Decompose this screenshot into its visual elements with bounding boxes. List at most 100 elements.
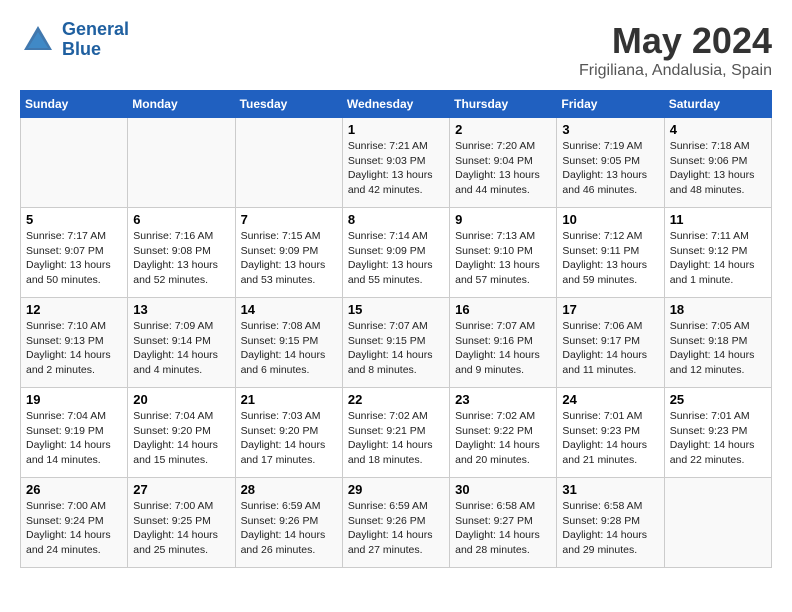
cell-info: Sunrise: 7:09 AM Sunset: 9:14 PM Dayligh… (133, 319, 229, 378)
calendar-cell: 21Sunrise: 7:03 AM Sunset: 9:20 PM Dayli… (235, 388, 342, 478)
day-number: 20 (133, 392, 229, 407)
calendar-cell: 3 Sunrise: 7:19 AM Sunset: 9:05 PM Daylig… (557, 118, 664, 208)
calendar-header-row: SundayMondayTuesdayWednesdayThursdayFrid… (21, 91, 772, 118)
cell-info: Sunrise: 7:00 AM Sunset: 9:25 PM Dayligh… (133, 499, 229, 558)
cell-info: Sunrise: 7:07 AM Sunset: 9:16 PM Dayligh… (455, 319, 551, 378)
day-number: 17 (562, 302, 658, 317)
calendar-cell: 31Sunrise: 6:58 AM Sunset: 9:28 PM Dayli… (557, 478, 664, 568)
weekday-header: Thursday (450, 91, 557, 118)
day-number: 11 (670, 212, 766, 227)
cell-info: Sunrise: 7:10 AM Sunset: 9:13 PM Dayligh… (26, 319, 122, 378)
calendar-cell: 10 Sunrise: 7:12 AM Sunset: 9:11 PM Dayli… (557, 208, 664, 298)
weekday-header: Friday (557, 91, 664, 118)
cell-info: Sunrise: 7:02 AM Sunset: 9:22 PM Dayligh… (455, 409, 551, 468)
calendar-cell (235, 118, 342, 208)
day-number: 24 (562, 392, 658, 407)
day-number: 26 (26, 482, 122, 497)
day-number: 13 (133, 302, 229, 317)
cell-info: Sunrise: 7:05 AM Sunset: 9:18 PM Dayligh… (670, 319, 766, 378)
cell-info: Sunrise: 7:21 AM Sunset: 9:03 PM Dayligh… (348, 139, 444, 198)
calendar-cell: 25 Sunrise: 7:01 AM Sunset: 9:23 PM Dayli… (664, 388, 771, 478)
day-number: 3 (562, 122, 658, 137)
cell-info: Sunrise: 7:12 AM Sunset: 9:11 PM Dayligh… (562, 229, 658, 288)
calendar-body: 1 Sunrise: 7:21 AM Sunset: 9:03 PM Daylig… (21, 118, 772, 568)
weekday-header: Tuesday (235, 91, 342, 118)
day-number: 27 (133, 482, 229, 497)
weekday-header: Sunday (21, 91, 128, 118)
cell-info: Sunrise: 6:58 AM Sunset: 9:28 PM Dayligh… (562, 499, 658, 558)
day-number: 7 (241, 212, 337, 227)
calendar-week-row: 19 Sunrise: 7:04 AM Sunset: 9:19 PM Dayli… (21, 388, 772, 478)
day-number: 1 (348, 122, 444, 137)
cell-info: Sunrise: 7:00 AM Sunset: 9:24 PM Dayligh… (26, 499, 122, 558)
cell-info: Sunrise: 6:59 AM Sunset: 9:26 PM Dayligh… (241, 499, 337, 558)
cell-info: Sunrise: 7:13 AM Sunset: 9:10 PM Dayligh… (455, 229, 551, 288)
calendar-week-row: 5Sunrise: 7:17 AM Sunset: 9:07 PM Daylig… (21, 208, 772, 298)
calendar-cell: 7 Sunrise: 7:15 AM Sunset: 9:09 PM Daylig… (235, 208, 342, 298)
day-number: 9 (455, 212, 551, 227)
day-number: 6 (133, 212, 229, 227)
calendar-cell: 2 Sunrise: 7:20 AM Sunset: 9:04 PM Daylig… (450, 118, 557, 208)
calendar-cell: 17 Sunrise: 7:06 AM Sunset: 9:17 PM Dayli… (557, 298, 664, 388)
day-number: 15 (348, 302, 444, 317)
calendar-cell: 18 Sunrise: 7:05 AM Sunset: 9:18 PM Dayli… (664, 298, 771, 388)
cell-info: Sunrise: 7:06 AM Sunset: 9:17 PM Dayligh… (562, 319, 658, 378)
calendar-cell: 26 Sunrise: 7:00 AM Sunset: 9:24 PM Dayli… (21, 478, 128, 568)
calendar-cell (664, 478, 771, 568)
calendar-cell: 5Sunrise: 7:17 AM Sunset: 9:07 PM Daylig… (21, 208, 128, 298)
day-number: 25 (670, 392, 766, 407)
calendar-cell: 28Sunrise: 6:59 AM Sunset: 9:26 PM Dayli… (235, 478, 342, 568)
logo-icon (20, 22, 56, 58)
calendar-cell: 1 Sunrise: 7:21 AM Sunset: 9:03 PM Daylig… (342, 118, 449, 208)
cell-info: Sunrise: 6:58 AM Sunset: 9:27 PM Dayligh… (455, 499, 551, 558)
day-number: 30 (455, 482, 551, 497)
cell-info: Sunrise: 7:04 AM Sunset: 9:19 PM Dayligh… (26, 409, 122, 468)
day-number: 2 (455, 122, 551, 137)
day-number: 18 (670, 302, 766, 317)
day-number: 23 (455, 392, 551, 407)
logo-line2: Blue (62, 40, 129, 60)
calendar-cell: 24 Sunrise: 7:01 AM Sunset: 9:23 PM Dayli… (557, 388, 664, 478)
weekday-header: Monday (128, 91, 235, 118)
cell-info: Sunrise: 7:16 AM Sunset: 9:08 PM Dayligh… (133, 229, 229, 288)
day-number: 22 (348, 392, 444, 407)
logo-text: General Blue (62, 20, 129, 60)
calendar-cell (128, 118, 235, 208)
calendar-cell: 30 Sunrise: 6:58 AM Sunset: 9:27 PM Dayli… (450, 478, 557, 568)
weekday-header: Saturday (664, 91, 771, 118)
calendar-cell: 27 Sunrise: 7:00 AM Sunset: 9:25 PM Dayli… (128, 478, 235, 568)
day-number: 19 (26, 392, 122, 407)
calendar-cell: 4 Sunrise: 7:18 AM Sunset: 9:06 PM Daylig… (664, 118, 771, 208)
calendar-cell (21, 118, 128, 208)
cell-info: Sunrise: 7:17 AM Sunset: 9:07 PM Dayligh… (26, 229, 122, 288)
calendar-cell: 29Sunrise: 6:59 AM Sunset: 9:26 PM Dayli… (342, 478, 449, 568)
cell-info: Sunrise: 7:11 AM Sunset: 9:12 PM Dayligh… (670, 229, 766, 288)
day-number: 10 (562, 212, 658, 227)
calendar-cell: 9 Sunrise: 7:13 AM Sunset: 9:10 PM Daylig… (450, 208, 557, 298)
day-number: 8 (348, 212, 444, 227)
page-header: General Blue May 2024 Frigiliana, Andalu… (20, 20, 772, 80)
calendar-cell: 14Sunrise: 7:08 AM Sunset: 9:15 PM Dayli… (235, 298, 342, 388)
calendar-cell: 12Sunrise: 7:10 AM Sunset: 9:13 PM Dayli… (21, 298, 128, 388)
cell-info: Sunrise: 7:07 AM Sunset: 9:15 PM Dayligh… (348, 319, 444, 378)
day-number: 4 (670, 122, 766, 137)
day-number: 16 (455, 302, 551, 317)
cell-info: Sunrise: 7:19 AM Sunset: 9:05 PM Dayligh… (562, 139, 658, 198)
weekday-header: Wednesday (342, 91, 449, 118)
cell-info: Sunrise: 7:20 AM Sunset: 9:04 PM Dayligh… (455, 139, 551, 198)
cell-info: Sunrise: 7:02 AM Sunset: 9:21 PM Dayligh… (348, 409, 444, 468)
calendar-week-row: 12Sunrise: 7:10 AM Sunset: 9:13 PM Dayli… (21, 298, 772, 388)
calendar-cell: 19 Sunrise: 7:04 AM Sunset: 9:19 PM Dayli… (21, 388, 128, 478)
cell-info: Sunrise: 7:15 AM Sunset: 9:09 PM Dayligh… (241, 229, 337, 288)
cell-info: Sunrise: 7:14 AM Sunset: 9:09 PM Dayligh… (348, 229, 444, 288)
cell-info: Sunrise: 7:01 AM Sunset: 9:23 PM Dayligh… (562, 409, 658, 468)
main-title: May 2024 (579, 20, 772, 62)
calendar-cell: 22 Sunrise: 7:02 AM Sunset: 9:21 PM Dayli… (342, 388, 449, 478)
title-block: May 2024 Frigiliana, Andalusia, Spain (579, 20, 772, 80)
calendar-cell: 11 Sunrise: 7:11 AM Sunset: 9:12 PM Dayli… (664, 208, 771, 298)
calendar-table: SundayMondayTuesdayWednesdayThursdayFrid… (20, 90, 772, 568)
cell-info: Sunrise: 7:18 AM Sunset: 9:06 PM Dayligh… (670, 139, 766, 198)
logo: General Blue (20, 20, 129, 60)
subtitle: Frigiliana, Andalusia, Spain (579, 62, 772, 80)
cell-info: Sunrise: 7:01 AM Sunset: 9:23 PM Dayligh… (670, 409, 766, 468)
